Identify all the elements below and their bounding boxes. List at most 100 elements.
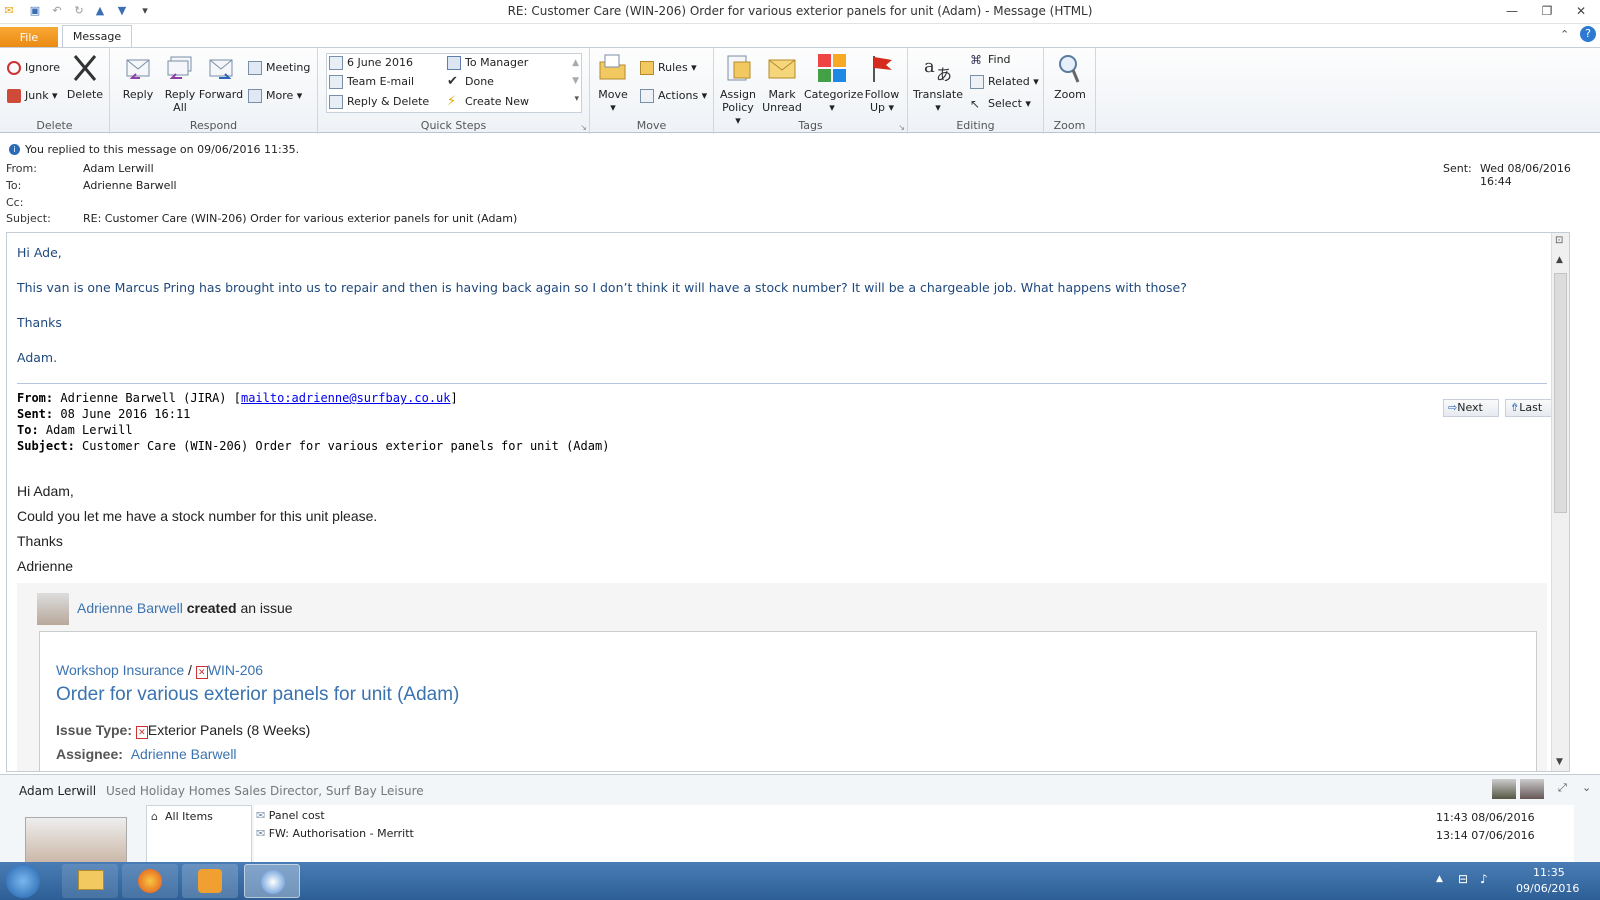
reply-infobar[interactable]: You replied to this message on 09/06/201… bbox=[25, 143, 299, 156]
quoted-from-line: From: Adrienne Barwell (JIRA) [mailto:ad… bbox=[17, 391, 458, 405]
junk-button[interactable]: Junk ▾ bbox=[7, 87, 58, 105]
window-title: RE: Customer Care (WIN-206) Order for va… bbox=[507, 4, 1093, 18]
gallery-more-icon[interactable]: ▾ bbox=[574, 94, 579, 104]
tab-message[interactable]: Message bbox=[62, 25, 132, 48]
move-button[interactable]: Move ▾ bbox=[594, 50, 632, 114]
delete-icon bbox=[73, 55, 97, 81]
zoom-button[interactable]: Zoom bbox=[1050, 50, 1090, 101]
tags-launcher-icon[interactable]: ↘ bbox=[898, 123, 905, 132]
assign-policy-label-1: Assign bbox=[720, 88, 756, 101]
chevron-down-icon[interactable]: ⌄ bbox=[1582, 781, 1591, 794]
scroll-settings-icon[interactable]: ⊡ bbox=[1555, 235, 1563, 246]
quickstep-to-manager[interactable]: To Manager bbox=[447, 54, 528, 72]
assignee-link[interactable]: Adrienne Barwell bbox=[131, 746, 237, 762]
mark-unread-button[interactable]: Mark Unread bbox=[762, 50, 802, 114]
clock-date[interactable]: 09/06/2016 bbox=[1516, 882, 1579, 895]
list-item[interactable]: ✉ FW: Authorisation - Merritt bbox=[256, 827, 414, 840]
broken-image-icon: ✕ bbox=[195, 666, 208, 679]
all-items-label: All Items bbox=[164, 810, 213, 823]
reply-button[interactable]: Reply bbox=[118, 50, 158, 101]
firefox-taskbar-button[interactable] bbox=[122, 864, 178, 898]
zoom-group: Zoom Zoom bbox=[1044, 48, 1096, 134]
ignore-label: Ignore bbox=[25, 61, 60, 74]
follow-up-button[interactable]: Follow Up ▾ bbox=[862, 50, 902, 114]
minimize-ribbon-icon[interactable]: ⌃ bbox=[1560, 28, 1569, 41]
start-button[interactable] bbox=[6, 864, 40, 898]
categorize-label: Categorize bbox=[804, 88, 864, 101]
avatar bbox=[25, 817, 127, 863]
volume-icon[interactable]: ♪ bbox=[1480, 872, 1488, 886]
quickstep-team-email[interactable]: Team E-mail bbox=[329, 73, 414, 91]
jira-notification: Adrienne Barwell created an issue Worksh… bbox=[17, 583, 1547, 771]
jira-project-link[interactable]: Workshop Insurance bbox=[56, 662, 184, 678]
next-button[interactable]: ⇨Next bbox=[1443, 399, 1499, 417]
respond-group-label: Respond bbox=[189, 119, 238, 132]
tray-expand-icon[interactable]: ▲ bbox=[1436, 874, 1443, 884]
from-value[interactable]: Adam Lerwill bbox=[83, 162, 154, 175]
people-name[interactable]: Adam Lerwill bbox=[19, 784, 96, 798]
move-group: Move ▾ Rules ▾ Actions ▾ Move bbox=[590, 48, 714, 134]
quickstep-reply-delete[interactable]: Reply & Delete bbox=[329, 93, 429, 111]
minimize-button[interactable]: — bbox=[1497, 2, 1527, 20]
people-title: Used Holiday Homes Sales Director, Surf … bbox=[106, 784, 424, 798]
clock-time[interactable]: 11:35 bbox=[1533, 866, 1565, 879]
scroll-down-icon[interactable]: ▼ bbox=[1556, 757, 1563, 767]
message-taskbar-button[interactable] bbox=[244, 864, 300, 898]
reply-all-button[interactable]: Reply All bbox=[160, 50, 200, 114]
find-button[interactable]: ⌘ Find bbox=[970, 51, 1011, 69]
rules-button[interactable]: Rules ▾ bbox=[640, 59, 697, 77]
tab-file[interactable]: File bbox=[0, 27, 58, 48]
explorer-taskbar-button[interactable] bbox=[62, 864, 118, 898]
firefox-icon bbox=[138, 869, 162, 893]
help-icon[interactable]: ? bbox=[1580, 26, 1596, 42]
meeting-label: Meeting bbox=[266, 61, 311, 74]
quickstep-reply-delete-label: Reply & Delete bbox=[347, 95, 430, 108]
network-icon[interactable]: ⊟ bbox=[1458, 872, 1468, 886]
quickstep-6-june[interactable]: 6 June 2016 bbox=[329, 54, 413, 72]
taskbar: ▲ ⊟ ♪ 11:35 09/06/2016 bbox=[0, 862, 1600, 900]
actions-button[interactable]: Actions ▾ bbox=[640, 87, 707, 105]
breadcrumb-separator: / bbox=[188, 662, 192, 678]
body-scrollbar[interactable]: ⊡ ▲ ▼ bbox=[1551, 233, 1569, 771]
expand-icon[interactable]: ⤢ bbox=[1558, 781, 1567, 795]
translate-button[interactable]: aあ Translate ▾ bbox=[912, 50, 964, 114]
gallery-down-icon[interactable]: ▼ bbox=[572, 76, 579, 86]
select-button[interactable]: ↖ Select ▾ bbox=[970, 95, 1031, 113]
categorize-button[interactable]: Categorize ▾ bbox=[804, 50, 864, 114]
quicksteps-launcher-icon[interactable]: ↘ bbox=[580, 123, 587, 132]
to-value[interactable]: Adrienne Barwell bbox=[83, 179, 177, 192]
list-item[interactable]: ✉ Panel cost bbox=[256, 809, 325, 822]
forward-button[interactable]: Forward bbox=[198, 50, 244, 101]
delete-group: Ignore Junk ▾ Delete Delete bbox=[0, 48, 110, 134]
message-body: Hi Ade, This van is one Marcus Pring has… bbox=[6, 232, 1570, 772]
outlook-taskbar-button[interactable] bbox=[182, 864, 238, 898]
scroll-up-icon[interactable]: ▲ bbox=[1556, 255, 1563, 265]
quoted-from-label: From: bbox=[17, 391, 54, 405]
quickstep-create-new[interactable]: ⚡ Create New bbox=[447, 93, 529, 111]
reply-signature: Adam. bbox=[17, 350, 58, 365]
meeting-button[interactable]: Meeting bbox=[248, 59, 310, 77]
scroll-thumb[interactable] bbox=[1554, 273, 1567, 513]
jira-issue-summary[interactable]: Order for various exterior panels for un… bbox=[56, 684, 459, 706]
contact-avatar[interactable] bbox=[1520, 779, 1544, 799]
delete-button[interactable]: Delete bbox=[64, 50, 106, 101]
sent-value: Wed 08/06/2016 16:44 bbox=[1480, 162, 1571, 188]
binoculars-icon: ⌘ bbox=[970, 53, 982, 67]
all-items-filter[interactable]: ⌂ All Items bbox=[151, 810, 213, 823]
quoted-email-link[interactable]: mailto:adrienne@surfbay.co.uk bbox=[241, 391, 451, 405]
restore-button[interactable]: ❐ bbox=[1532, 2, 1562, 20]
quickstep-done[interactable]: ✔ Done bbox=[447, 73, 494, 91]
ignore-button[interactable]: Ignore bbox=[7, 59, 60, 77]
mail-icon: ✉ bbox=[256, 809, 266, 822]
move-label: Move bbox=[598, 88, 628, 101]
related-button[interactable]: Related ▾ bbox=[970, 73, 1039, 91]
gallery-up-icon[interactable]: ▲ bbox=[572, 58, 579, 68]
more-button[interactable]: More ▾ bbox=[248, 87, 302, 105]
quoted-from-end: ] bbox=[450, 391, 458, 405]
contact-avatar[interactable] bbox=[1492, 779, 1516, 799]
jira-issue-key-link[interactable]: WIN-206 bbox=[208, 662, 263, 678]
assign-policy-button[interactable]: Assign Policy ▾ bbox=[718, 50, 758, 127]
jira-actor-link[interactable]: Adrienne Barwell bbox=[77, 600, 183, 616]
close-button[interactable]: ✕ bbox=[1566, 2, 1596, 20]
zoom-label: Zoom bbox=[1054, 88, 1086, 101]
